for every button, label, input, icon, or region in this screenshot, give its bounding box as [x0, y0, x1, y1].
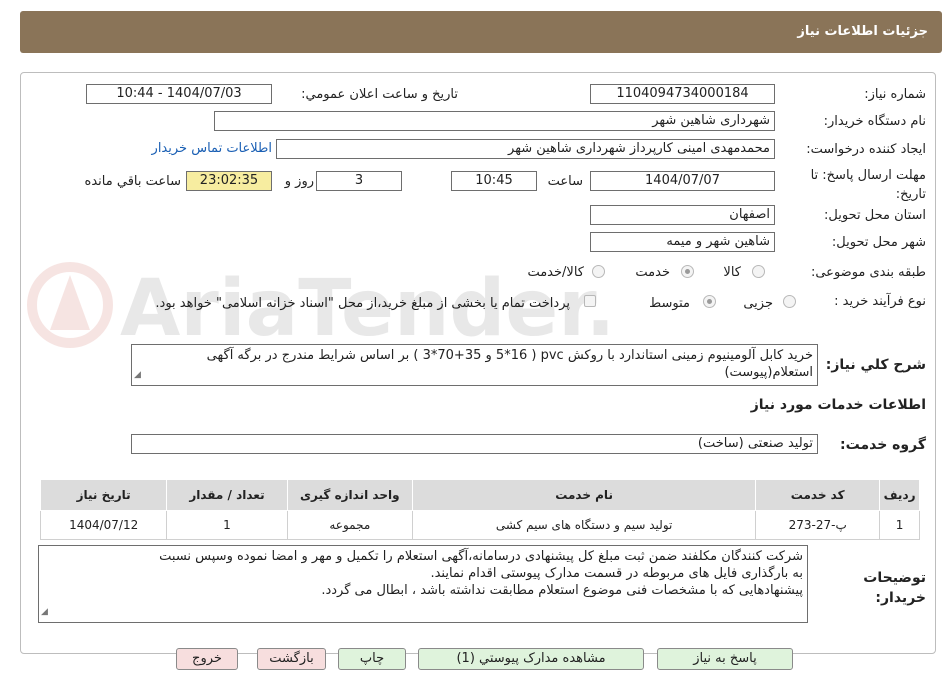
category-label: طبقه بندی موضوعی: — [810, 265, 926, 280]
announce-field: 1404/07/03 - 10:44 — [86, 84, 272, 104]
table-row: 1 پ-27-273 تولید سیم و دستگاه های سیم کش… — [39, 510, 920, 540]
requester-label: ایجاد کننده درخواست: — [806, 142, 926, 157]
notes-line-1: شرکت کنندگان مکلفند ضمن ثبت مبلغ کل پیشن… — [159, 549, 803, 564]
city-label: شهر محل تحویل: — [831, 235, 926, 250]
attachments-button[interactable]: مشاهده مدارک پیوستي (1) — [418, 648, 644, 670]
remaining-time-field: 23:02:35 — [186, 171, 272, 191]
cell-name: تولید سیم و دستگاه های سیم کشی — [411, 510, 757, 540]
page-title: جزئيات اطلاعات نياز — [797, 24, 928, 39]
category-option-goods: کالا — [723, 265, 741, 280]
remaining-label: ساعت باقي مانده — [84, 174, 181, 189]
province-field: اصفهان — [590, 205, 775, 225]
page-header: جزئيات اطلاعات نياز — [20, 11, 942, 53]
services-table: ردیف کد خدمت نام خدمت واحد اندازه گیری ت… — [39, 479, 920, 540]
cell-code: پ-27-273 — [755, 510, 881, 540]
cell-qty: 1 — [166, 510, 288, 540]
summary-label: شرح کلي نياز: — [825, 357, 926, 373]
days-label: روز و — [284, 174, 314, 189]
buyer-notes-textarea[interactable]: شرکت کنندگان مکلفند ضمن ثبت مبلغ کل پیشن… — [38, 545, 808, 623]
deadline-time-label: ساعت — [547, 174, 583, 189]
resize-grip-icon[interactable]: ◢ — [41, 604, 48, 621]
table-header-row: ردیف کد خدمت نام خدمت واحد اندازه گیری ت… — [39, 479, 920, 511]
days-field: 3 — [316, 171, 402, 191]
print-button[interactable]: چاپ — [338, 648, 406, 670]
process-radio-medium[interactable] — [703, 295, 716, 308]
services-section-title: اطلاعات خدمات مورد نیاز — [750, 397, 926, 413]
need-number-field: 1104094734000184 — [590, 84, 775, 104]
service-group-field: تولید صنعتی (ساخت) — [131, 434, 818, 454]
col-code: کد خدمت — [755, 479, 881, 511]
province-label: استان محل تحویل: — [824, 208, 926, 223]
summary-textarea[interactable]: خرید کابل آلومینیوم زمینی استاندارد با ر… — [131, 344, 818, 386]
notes-line-2: به بارگذاری فایل های مربوطه در قسمت مدار… — [430, 566, 803, 581]
col-unit: واحد اندازه گیری — [286, 479, 414, 511]
process-option-minor: جزیی — [743, 296, 773, 311]
payment-note: پرداخت تمام یا بخشی از مبلغ خرید،از محل … — [155, 296, 570, 311]
category-radio-goods[interactable] — [752, 265, 765, 278]
cell-date: 1404/07/12 — [39, 510, 168, 540]
buyer-org-label: نام دستگاه خریدار: — [823, 114, 926, 129]
process-radio-minor[interactable] — [783, 295, 796, 308]
cell-row: 1 — [879, 510, 920, 540]
deadline-label: مهلت ارسال پاسخ: تا تاریخ: — [810, 168, 926, 202]
category-radio-service[interactable] — [681, 265, 694, 278]
back-button[interactable]: بازگشت — [257, 648, 326, 670]
exit-button[interactable]: خروج — [176, 648, 238, 670]
summary-text: خرید کابل آلومینیوم زمینی استاندارد با ر… — [206, 348, 813, 380]
city-field: شاهین شهر و میمه — [590, 232, 775, 252]
resize-grip-icon[interactable]: ◢ — [134, 367, 141, 384]
treasury-checkbox[interactable] — [584, 295, 596, 307]
category-option-goods-service: کالا/خدمت — [527, 265, 584, 280]
reply-button[interactable]: پاسخ به نیاز — [657, 648, 793, 670]
col-qty: تعداد / مقدار — [166, 479, 288, 511]
announce-label: تاريخ و ساعت اعلان عمومي: — [301, 87, 458, 102]
category-option-service: خدمت — [635, 265, 670, 280]
buyer-notes-label: توضیحات خریدار: — [863, 570, 926, 606]
service-group-label: گروه خدمت: — [840, 437, 926, 453]
notes-line-3: پیشنهادهایی که با مشخصات فنی موضوع استعل… — [321, 583, 803, 598]
process-option-medium: متوسط — [649, 296, 690, 311]
col-name: نام خدمت — [411, 479, 757, 511]
need-number-label: شماره نیاز: — [864, 87, 926, 102]
category-radio-goods-service[interactable] — [592, 265, 605, 278]
col-row: ردیف — [879, 479, 920, 511]
deadline-date-field: 1404/07/07 — [590, 171, 775, 191]
deadline-time-field: 10:45 — [451, 171, 537, 191]
cell-unit: مجموعه — [286, 510, 414, 540]
contact-buyer-link[interactable]: اطلاعات تماس خریدار — [152, 141, 272, 156]
process-label: نوع فرآیند خرید : — [834, 294, 926, 309]
buyer-org-field: شهرداری شاهین شهر — [214, 111, 775, 131]
col-date: تاریخ نیاز — [39, 479, 168, 511]
requester-field: محمدمهدی امینی کارپرداز شهرداری شاهین شه… — [276, 139, 775, 159]
